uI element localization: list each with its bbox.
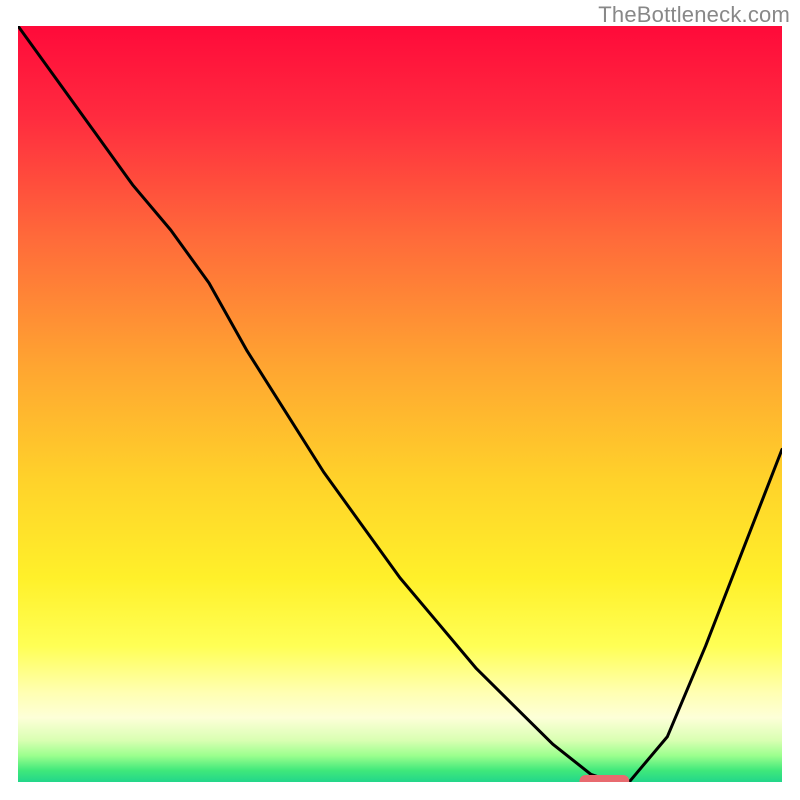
watermark-text: TheBottleneck.com xyxy=(598,2,790,28)
optimum-marker xyxy=(580,775,630,782)
chart-stage: TheBottleneck.com xyxy=(0,0,800,800)
gradient-background xyxy=(18,26,782,782)
plot-area xyxy=(18,26,782,782)
plot-svg xyxy=(18,26,782,782)
